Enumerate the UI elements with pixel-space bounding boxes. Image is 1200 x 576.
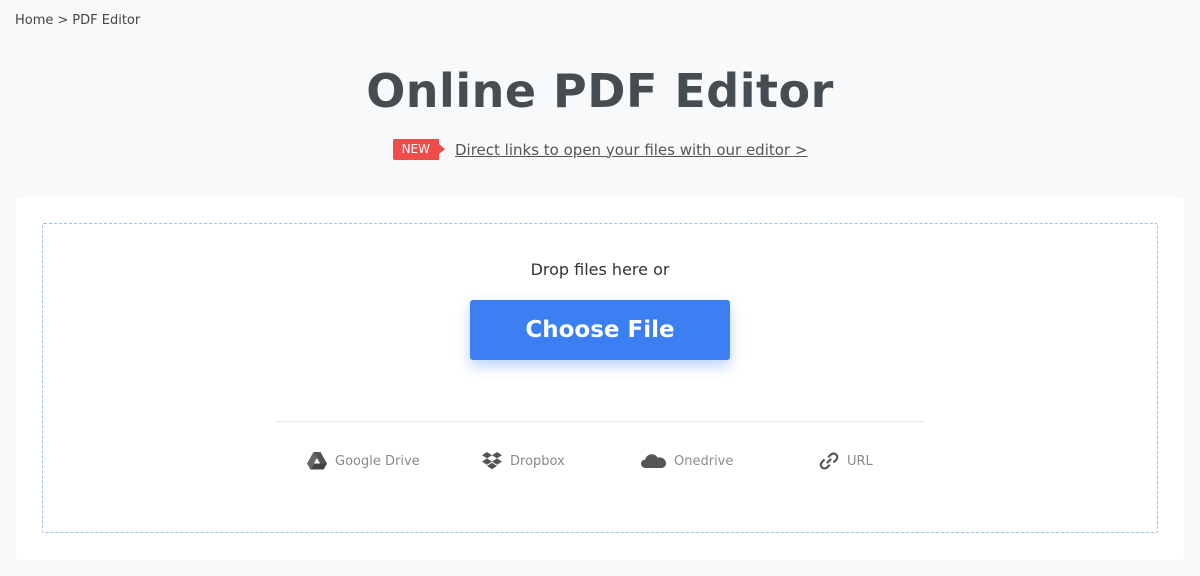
url-label: URL bbox=[847, 453, 873, 469]
file-dropzone[interactable]: Drop files here or Choose File Google Dr… bbox=[42, 223, 1158, 533]
divider bbox=[276, 421, 924, 422]
google-drive-source[interactable]: Google Drive bbox=[306, 450, 420, 472]
upload-sources: Google Drive Dropbox Onedrive URL bbox=[43, 450, 1157, 474]
onedrive-label: Onedrive bbox=[674, 453, 734, 469]
google-drive-label: Google Drive bbox=[335, 453, 420, 469]
google-drive-icon bbox=[306, 450, 328, 472]
new-badge: NEW bbox=[392, 139, 446, 160]
onedrive-icon bbox=[641, 450, 667, 472]
drop-files-text: Drop files here or bbox=[530, 260, 670, 279]
dropbox-icon bbox=[481, 450, 503, 472]
choose-file-button[interactable]: Choose File bbox=[470, 300, 730, 360]
link-icon bbox=[818, 450, 840, 472]
dropbox-source[interactable]: Dropbox bbox=[481, 450, 565, 472]
breadcrumb-current: PDF Editor bbox=[72, 13, 141, 28]
breadcrumb-separator: > bbox=[57, 13, 69, 28]
page-title: Online PDF Editor bbox=[366, 64, 834, 118]
onedrive-source[interactable]: Onedrive bbox=[641, 450, 733, 472]
url-source[interactable]: URL bbox=[818, 450, 873, 472]
dropbox-label: Dropbox bbox=[510, 453, 565, 469]
breadcrumb-home-link[interactable]: Home bbox=[15, 13, 53, 28]
promo-banner: NEW Direct links to open your files with… bbox=[0, 139, 1200, 160]
direct-links-link[interactable]: Direct links to open your files with our… bbox=[455, 141, 807, 159]
upload-panel: Drop files here or Choose File Google Dr… bbox=[16, 197, 1184, 560]
breadcrumb: Home > PDF Editor bbox=[15, 13, 140, 28]
